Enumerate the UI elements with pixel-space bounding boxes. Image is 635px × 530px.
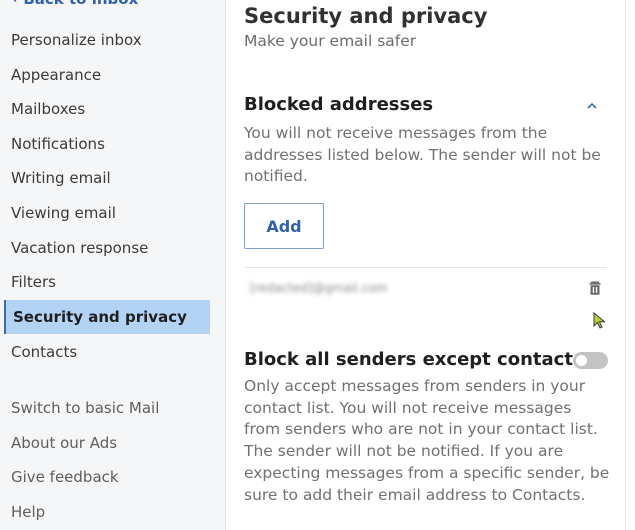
back-to-inbox-link[interactable]: ‹ Back to inbox (12, 0, 138, 8)
blocked-address-row: [redacted]@gmail.com (244, 270, 607, 306)
settings-window: ‹ Back to inbox Personalize inbox Appear… (0, 0, 635, 530)
settings-content: Security and privacy Make your email saf… (227, 0, 625, 530)
sidebar-item-label: Writing email (11, 169, 111, 187)
sidebar-item-filters[interactable]: Filters (4, 265, 210, 299)
sidebar-item-vacation-response[interactable]: Vacation response (4, 231, 210, 265)
sidebar-item-label: Mailboxes (11, 100, 86, 118)
footer-link-label: Give feedback (11, 468, 119, 486)
give-feedback-link[interactable]: Give feedback (4, 460, 210, 494)
footer-link-label: About our Ads (11, 434, 118, 452)
blocked-addresses-description: You will not receive messages from the a… (244, 124, 601, 185)
delete-blocked-address-button[interactable] (587, 280, 603, 296)
back-to-inbox-label: Back to inbox (23, 0, 138, 8)
chevron-left-icon: ‹ (12, 0, 17, 7)
sidebar-item-label: Appearance (11, 66, 102, 84)
switch-to-basic-mail-link[interactable]: Switch to basic Mail (4, 391, 210, 425)
page-subtitle: Make your email safer (244, 32, 417, 50)
block-all-senders-description: Only accept messages from senders in you… (244, 377, 610, 504)
sidebar-item-label: Filters (11, 273, 56, 291)
sidebar-item-appearance[interactable]: Appearance (4, 58, 210, 92)
list-divider (244, 267, 607, 268)
blocked-email: [redacted]@gmail.com (250, 281, 388, 295)
trash-icon (589, 281, 601, 295)
page-title: Security and privacy (244, 4, 488, 28)
sidebar-item-label: Viewing email (11, 204, 116, 222)
sidebar-item-writing-email[interactable]: Writing email (4, 161, 210, 195)
sidebar-item-notifications[interactable]: Notifications (4, 127, 210, 161)
block-all-senders-toggle[interactable] (573, 352, 608, 369)
sidebar-item-personalize-inbox[interactable]: Personalize inbox (4, 23, 210, 57)
pane-divider (625, 0, 635, 530)
mouse-cursor-icon (593, 312, 606, 329)
about-our-ads-link[interactable]: About our Ads (4, 426, 210, 460)
sidebar-item-mailboxes[interactable]: Mailboxes (4, 92, 210, 126)
toggle-knob (576, 355, 587, 366)
settings-sidebar: ‹ Back to inbox Personalize inbox Appear… (0, 0, 226, 530)
add-blocked-address-button[interactable]: Add (244, 203, 324, 249)
chevron-up-icon (587, 102, 597, 109)
sidebar-item-viewing-email[interactable]: Viewing email (4, 196, 210, 230)
sidebar-item-contacts[interactable]: Contacts (4, 335, 210, 369)
footer-link-label: Switch to basic Mail (11, 399, 160, 417)
sidebar-item-security-and-privacy[interactable]: Security and privacy (4, 300, 210, 334)
help-link[interactable]: Help (4, 495, 210, 529)
collapse-section-button[interactable] (584, 98, 600, 112)
sidebar-item-label: Notifications (11, 135, 105, 153)
sidebar-item-label: Personalize inbox (11, 31, 142, 49)
blocked-addresses-heading: Blocked addresses (244, 94, 434, 115)
sidebar-item-label: Contacts (11, 343, 78, 361)
sidebar-item-label: Security and privacy (13, 308, 187, 326)
footer-link-label: Help (11, 503, 46, 521)
sidebar-item-label: Vacation response (11, 239, 149, 257)
block-all-senders-heading: Block all senders except contacts (244, 349, 584, 370)
